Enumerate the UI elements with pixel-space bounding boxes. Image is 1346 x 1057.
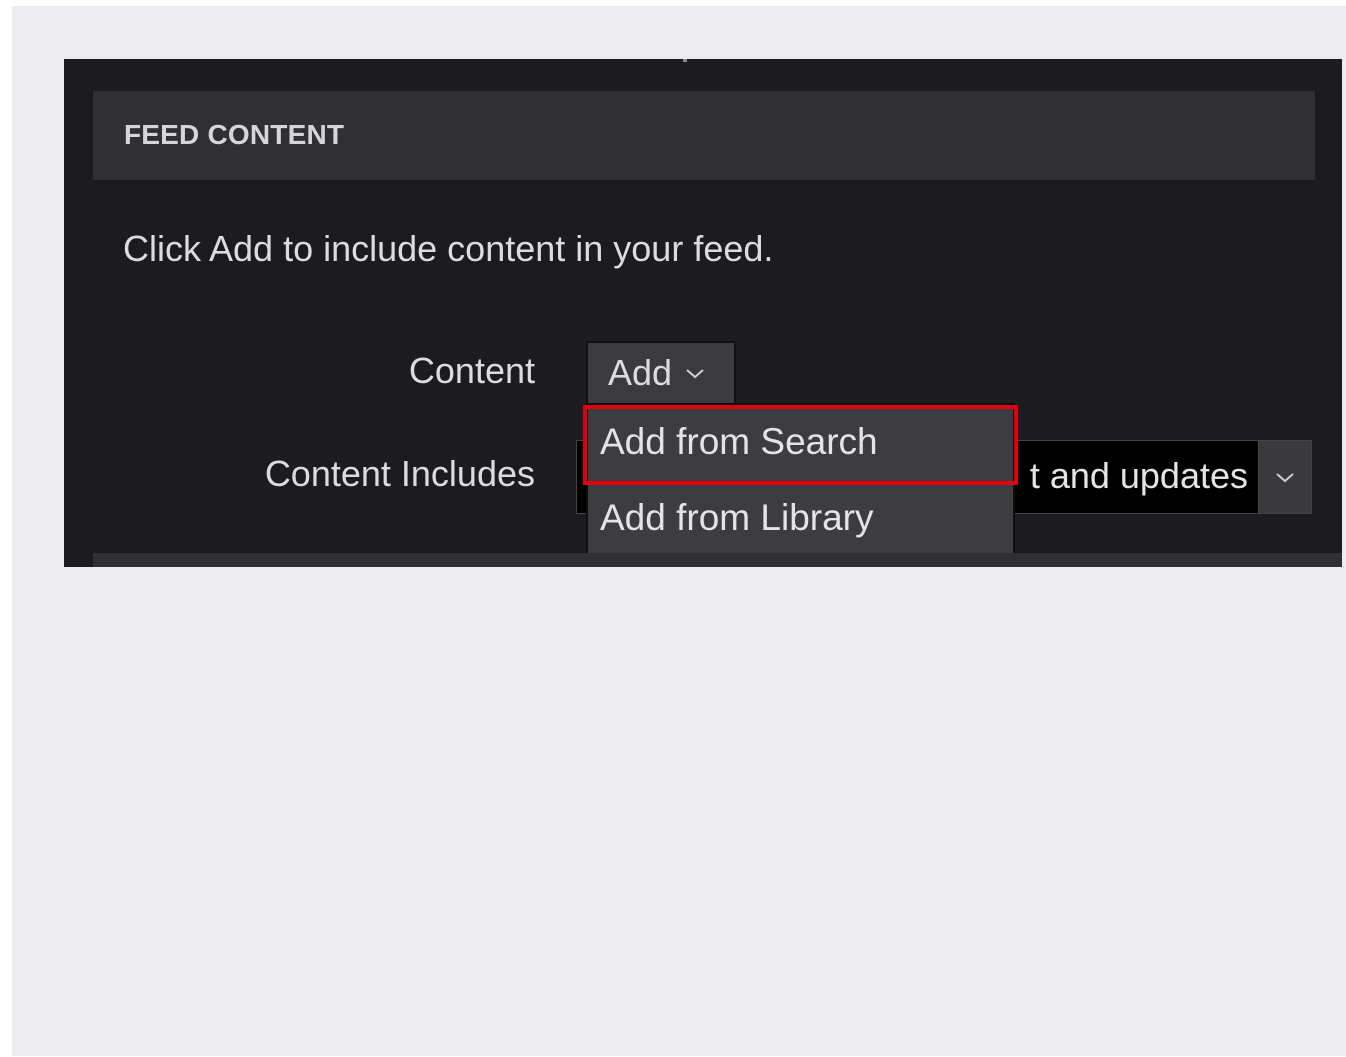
feed-content-panel: FEED CONTENT Click Add to include conten… (64, 59, 1342, 567)
section-title: FEED CONTENT (124, 119, 345, 150)
add-dropdown-menu: Add from Search Add from Library (586, 403, 1015, 560)
instructions-text: Click Add to include content in your fee… (123, 228, 774, 269)
add-button-label: Add (608, 352, 673, 393)
menu-item-add-from-search[interactable]: Add from Search (588, 405, 1013, 479)
chevron-down-icon (686, 369, 704, 379)
section-header: FEED CONTENT (93, 91, 1315, 180)
menu-item-add-from-library[interactable]: Add from Library (588, 481, 1013, 555)
content-includes-value: t and updates (1029, 455, 1248, 496)
content-includes-label: Content Includes (264, 453, 535, 494)
next-section-header (93, 553, 1342, 567)
content-label: Content (408, 350, 535, 391)
content-includes-dropdown-toggle[interactable] (1258, 441, 1311, 513)
page-background: FEED CONTENT Click Add to include conten… (12, 6, 1346, 1056)
add-button[interactable]: Add (586, 341, 736, 405)
chevron-down-icon (1276, 473, 1294, 483)
divider-mark (683, 59, 687, 62)
